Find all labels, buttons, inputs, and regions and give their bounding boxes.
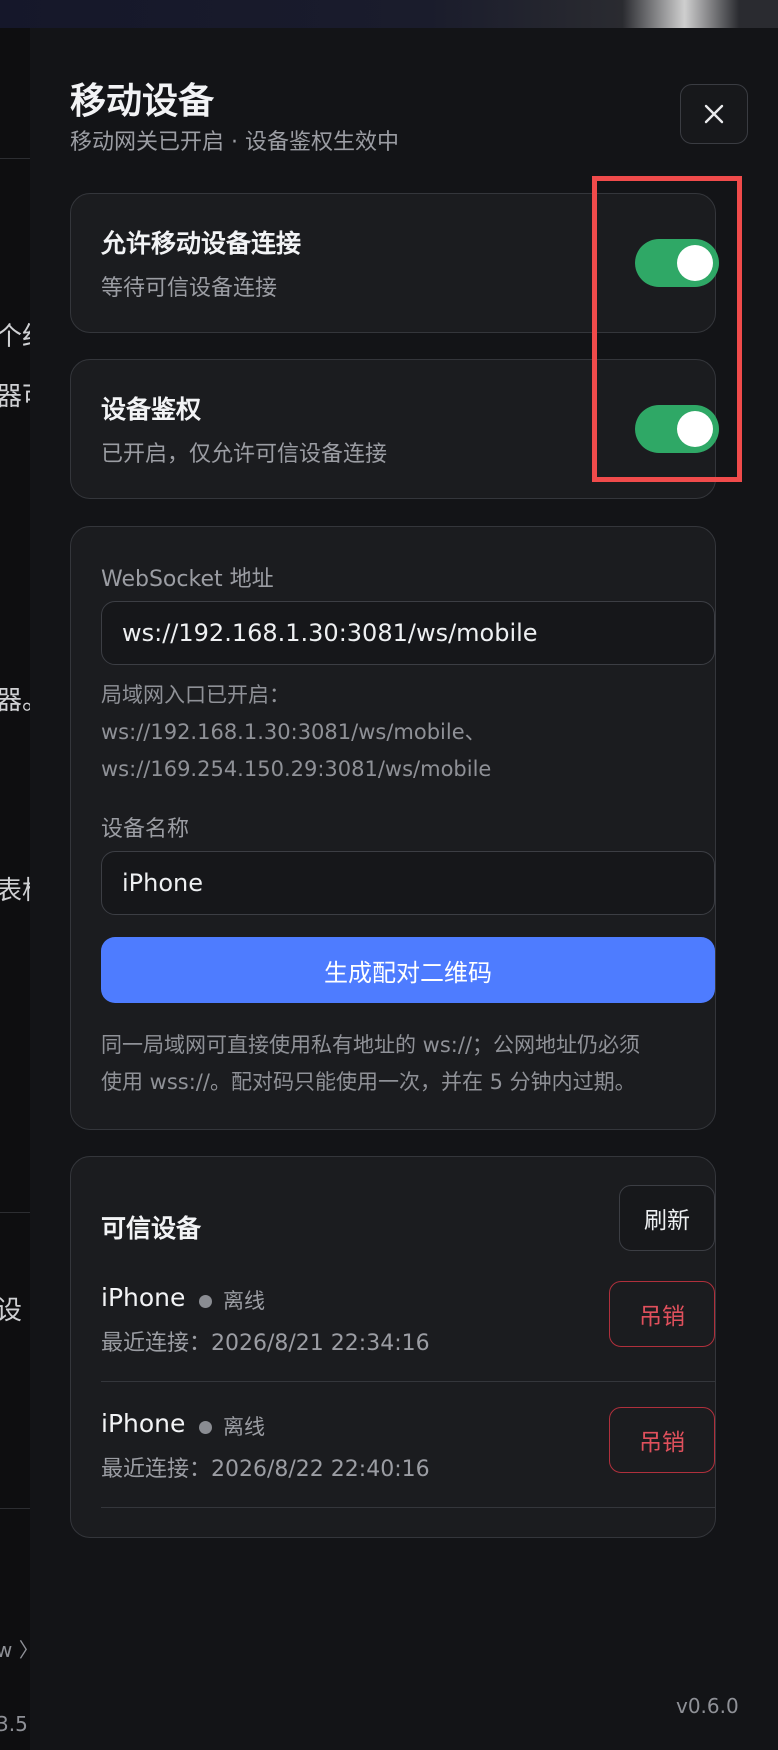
trusted-devices-title: 可信设备	[101, 1214, 202, 1243]
device-name: iPhone	[101, 1283, 186, 1312]
lan-hint-line: ws://192.168.1.30:3081/ws/mobile、	[101, 720, 486, 744]
close-button[interactable]	[680, 84, 748, 144]
device-name-label: 设备名称	[101, 817, 190, 842]
background-divider	[0, 1508, 30, 1509]
device-auth-title: 设备鉴权	[101, 395, 202, 424]
websocket-label: WebSocket 地址	[101, 567, 274, 592]
background-divider	[0, 1212, 30, 1213]
mobile-devices-panel: 移动设备 移动网关已开启 · 设备鉴权生效中 允许移动设备连接 等待可信设备连接…	[30, 28, 778, 1750]
device-auth-description: 已开启，仅允许可信设备连接	[101, 442, 388, 467]
panel-title: 移动设备	[70, 81, 215, 122]
device-last-connected: 最近连接：2026/8/21 22:34:16	[101, 1331, 430, 1356]
background-text: 表格	[0, 870, 30, 907]
background-text: 个红	[0, 316, 30, 353]
lan-hint-line: 局域网入口已开启：	[101, 683, 290, 707]
device-last-connected: 最近连接：2026/8/22 22:40:16	[101, 1457, 430, 1482]
background-app: 个红 器可 器。 表格 设 w 〉 3.5	[0, 28, 31, 1750]
background-text: 3.5	[0, 1712, 28, 1736]
background-text: 器。	[0, 680, 30, 717]
pairing-note-line: 使用 wss://。配对码只能使用一次，并在 5 分钟内过期。	[101, 1070, 636, 1094]
connection-card: WebSocket 地址 ws://192.168.1.30:3081/ws/m…	[70, 526, 716, 1130]
device-name-input[interactable]: iPhone	[101, 851, 715, 915]
close-icon	[704, 104, 724, 124]
background-text: 设	[0, 1290, 22, 1327]
device-status: 离线	[223, 1415, 265, 1439]
lan-hint: 局域网入口已开启： ws://192.168.1.30:3081/ws/mobi…	[101, 677, 715, 788]
toggle-highlight-box	[592, 176, 742, 482]
pairing-note-line: 同一局域网可直接使用私有地址的 ws://；公网地址仍必须	[101, 1033, 641, 1057]
refresh-button[interactable]: 刷新	[619, 1185, 715, 1251]
revoke-button[interactable]: 吊销	[609, 1407, 715, 1473]
lan-hint-line: ws://169.254.150.29:3081/ws/mobile	[101, 757, 492, 781]
pairing-note: 同一局域网可直接使用私有地址的 ws://；公网地址仍必须 使用 wss://。…	[101, 1027, 715, 1101]
offline-status-dot-icon	[199, 1295, 212, 1308]
background-text: w 〉	[0, 1634, 30, 1663]
allow-connection-title: 允许移动设备连接	[101, 229, 302, 258]
device-row: iPhone 离线 最近连接：2026/8/21 22:34:16 吊销	[101, 1269, 715, 1382]
app-version: v0.6.0	[676, 1694, 739, 1718]
background-text: 器可	[0, 376, 30, 413]
offline-status-dot-icon	[199, 1421, 212, 1434]
device-row: iPhone 离线 最近连接：2026/8/22 22:40:16 吊销	[101, 1395, 715, 1508]
revoke-button[interactable]: 吊销	[609, 1281, 715, 1347]
websocket-address-input[interactable]: ws://192.168.1.30:3081/ws/mobile	[101, 601, 715, 665]
background-header	[0, 0, 778, 28]
background-divider	[0, 158, 30, 159]
trusted-devices-card: 可信设备 刷新 iPhone 离线 最近连接：2026/8/21 22:34:1…	[70, 1156, 716, 1538]
device-status: 离线	[223, 1289, 265, 1313]
allow-connection-description: 等待可信设备连接	[101, 276, 278, 301]
generate-qr-button[interactable]: 生成配对二维码	[101, 937, 715, 1003]
device-name: iPhone	[101, 1409, 186, 1438]
panel-subtitle: 移动网关已开启 · 设备鉴权生效中	[70, 130, 399, 155]
